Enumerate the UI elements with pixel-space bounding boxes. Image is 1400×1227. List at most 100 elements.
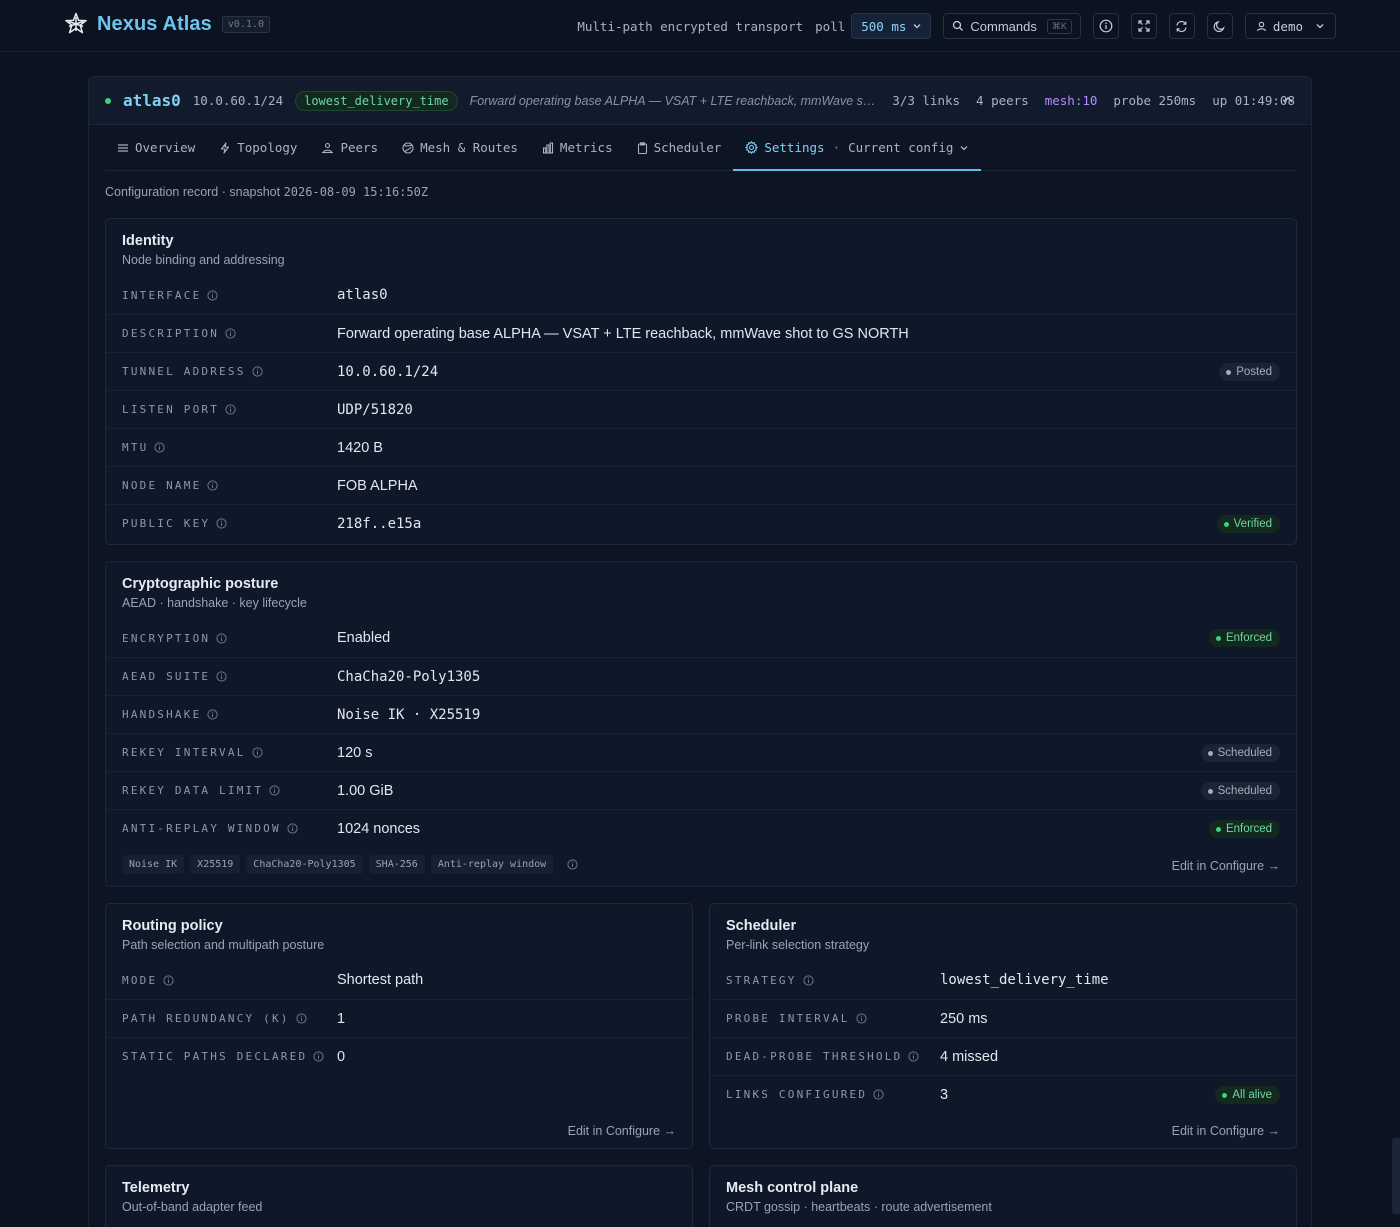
config-row-label: MTU <box>122 441 166 454</box>
refresh-button[interactable] <box>1168 13 1195 39</box>
config-row: TUNNEL ADDRESS 10.0.60.1/24 Posted <box>106 352 1296 390</box>
config-row: PATH REDUNDANCY (K) 1 <box>106 999 692 1037</box>
tab-label: Scheduler <box>653 140 722 155</box>
info-icon[interactable] <box>313 1051 324 1062</box>
info-icon[interactable] <box>225 328 236 339</box>
interface-header[interactable]: atlas0 10.0.60.1/24 lowest_delivery_time… <box>89 77 1311 125</box>
status-badge: Verified <box>1216 515 1280 533</box>
config-row-value: UDP/51820 <box>337 401 413 418</box>
config-row-label: LISTEN PORT <box>122 403 236 416</box>
info-icon[interactable] <box>251 366 263 377</box>
tab-label: Overview <box>135 140 196 155</box>
info-icon[interactable] <box>163 974 174 986</box>
telemetry-card: Telemetry Out-of-band adapter feed <box>105 1165 693 1227</box>
info-icon[interactable] <box>225 404 236 415</box>
tab-overview[interactable]: Overview <box>105 125 207 170</box>
config-row-value: 0 <box>337 1048 346 1065</box>
commands-button[interactable]: Commands ⌘K <box>943 13 1081 39</box>
edit-in-configure-link[interactable]: Edit in Configure → <box>568 1124 676 1138</box>
brand[interactable]: Nexus Atlas v0.1.0 <box>64 12 270 36</box>
info-icon[interactable] <box>567 859 578 870</box>
card-subtitle: Node binding and addressing <box>122 253 285 267</box>
config-row-label-text: PUBLIC KEY <box>122 517 211 530</box>
status-dot <box>1226 369 1232 375</box>
info-icon[interactable] <box>207 480 219 491</box>
info-button[interactable] <box>1092 13 1119 39</box>
bar-chart-icon <box>542 141 553 154</box>
list-icon <box>118 143 128 152</box>
card-title: Scheduler <box>726 918 797 934</box>
card-subtitle: Per-link selection strategy <box>726 938 870 952</box>
fullscreen-button[interactable] <box>1130 13 1157 39</box>
config-row-label: PROBE INTERVAL <box>726 1012 867 1025</box>
status-badge: Posted <box>1219 363 1280 381</box>
gear-icon <box>745 141 759 154</box>
refresh-icon <box>1176 20 1187 32</box>
user-name: demo <box>1272 18 1303 34</box>
tab-label: Settings <box>764 140 825 155</box>
probe-stat: probe 250ms <box>1113 93 1197 108</box>
tab-separator: · <box>832 140 841 155</box>
tab-mesh-routes[interactable]: Mesh & Routes <box>390 125 530 170</box>
edit-in-configure-link[interactable]: Edit in Configure → <box>1172 1124 1280 1138</box>
tab-peers[interactable]: Peers <box>309 125 390 170</box>
config-row-label-text: DESCRIPTION <box>122 327 220 340</box>
info-icon[interactable] <box>216 632 227 644</box>
status-badge-label: Enforced <box>1225 632 1272 644</box>
info-icon[interactable] <box>207 289 219 301</box>
config-row: STRATEGY lowest_delivery_time <box>710 961 1296 999</box>
config-row-label-text: ANTI-REPLAY WINDOW <box>122 822 281 835</box>
user-menu-button[interactable]: demo <box>1244 13 1336 39</box>
interface-address: 10.0.60.1/24 <box>192 93 284 108</box>
info-icon[interactable] <box>251 747 263 758</box>
info-icon[interactable] <box>296 1013 307 1024</box>
config-row-label-text: STRATEGY <box>726 973 797 987</box>
edit-in-configure-link[interactable]: Edit in Configure → <box>1172 859 1280 873</box>
tab-sublabel: Current config <box>848 140 954 155</box>
info-icon[interactable] <box>269 785 280 796</box>
config-row-value: 250 ms <box>940 1010 988 1027</box>
card-subtitle: AEAD · handshake · key lifecycle <box>122 596 307 610</box>
config-row-value: FOB ALPHA <box>337 477 418 494</box>
info-icon[interactable] <box>873 1089 884 1100</box>
config-row: DEAD-PROBE THRESHOLD 4 missed <box>710 1037 1296 1075</box>
config-row-value: 10.0.60.1/24 <box>337 363 439 380</box>
tab-settings[interactable]: Settings · Current config <box>733 125 982 171</box>
config-row-label-text: LINKS CONFIGURED <box>726 1088 868 1101</box>
config-row-value: Forward operating base ALPHA — VSAT + LT… <box>337 325 909 342</box>
config-row-label: DESCRIPTION <box>122 327 236 340</box>
crypto-chip: Anti-replay window <box>430 855 554 874</box>
theme-toggle-button[interactable] <box>1206 13 1233 39</box>
config-row-value: Noise IK · X25519 <box>337 706 481 723</box>
chevron-down-icon <box>1316 24 1324 29</box>
info-icon[interactable] <box>216 671 227 682</box>
config-row-value: Shortest path <box>337 972 424 988</box>
info-icon[interactable] <box>802 974 814 986</box>
info-icon[interactable] <box>216 518 227 529</box>
info-icon[interactable] <box>154 442 166 453</box>
version-badge: v0.1.0 <box>221 15 270 33</box>
config-row: LINKS CONFIGURED 3 All alive <box>710 1075 1296 1113</box>
info-icon[interactable] <box>855 1013 867 1024</box>
info-icon[interactable] <box>287 823 298 834</box>
identity-card: Identity Node binding and addressing INT… <box>105 218 1297 545</box>
config-row-label: STRATEGY <box>726 974 814 987</box>
config-row: HANDSHAKE Noise IK · X25519 <box>106 695 1296 733</box>
tab-label: Topology <box>237 140 298 155</box>
info-icon[interactable] <box>207 709 219 720</box>
scrollbar-thumb[interactable] <box>1392 1138 1400 1214</box>
poll-interval-select[interactable]: 500 ms <box>851 13 932 39</box>
status-badge-label: Enforced <box>1225 823 1272 835</box>
config-row-label-text: STATIC PATHS DECLARED <box>122 1050 308 1063</box>
expand-icon <box>1138 20 1150 32</box>
chevron-up-icon[interactable] <box>1281 93 1295 107</box>
config-row-value: 218f..e15a <box>337 515 422 532</box>
status-dot <box>1215 635 1221 641</box>
tab-metrics[interactable]: Metrics <box>530 125 625 170</box>
config-row-label-text: MODE <box>122 973 158 987</box>
card-title: Identity <box>122 233 174 249</box>
tab-topology[interactable]: Topology <box>207 125 309 170</box>
info-icon[interactable] <box>908 1051 920 1062</box>
config-row-label: PATH REDUNDANCY (K) <box>122 1012 307 1025</box>
tab-scheduler[interactable]: Scheduler <box>625 125 734 170</box>
